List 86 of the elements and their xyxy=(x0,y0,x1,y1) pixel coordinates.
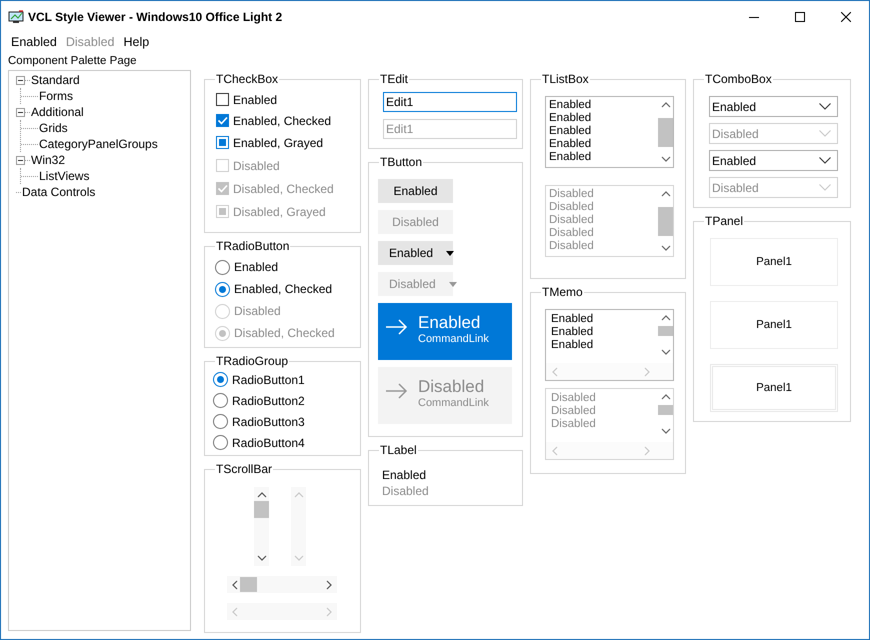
memo-line: Enabled xyxy=(551,326,594,339)
chevron-left-icon[interactable] xyxy=(231,580,239,590)
collapse-icon[interactable] xyxy=(16,156,25,164)
checkbox[interactable]: Enabled, Grayed xyxy=(216,131,360,154)
panel: Panel1 xyxy=(710,301,838,349)
chevron-up-icon[interactable] xyxy=(256,491,266,499)
checkmark-icon xyxy=(217,115,228,126)
tree-item[interactable]: Standard xyxy=(31,73,80,87)
combo-box[interactable]: Enabled xyxy=(709,150,838,171)
arrow-right-icon xyxy=(386,319,408,335)
memo-line: Enabled xyxy=(551,339,594,352)
tree-item[interactable]: Grids xyxy=(39,121,68,135)
text-field[interactable]: Edit1 xyxy=(383,92,517,112)
collapse-icon[interactable] xyxy=(16,76,25,84)
chevron-down-icon[interactable] xyxy=(660,348,670,356)
tree-item[interactable]: Win32 xyxy=(31,153,66,167)
group-title: TScrollBar xyxy=(215,462,274,476)
checkbox[interactable]: Enabled, Checked xyxy=(216,110,360,131)
group-title: TLabel xyxy=(379,443,418,457)
tree-item[interactable]: Additional xyxy=(31,105,84,119)
list-item[interactable]: Enabled xyxy=(549,99,658,112)
menu-item[interactable]: Enabled xyxy=(5,35,60,49)
label-text: Disabled xyxy=(382,483,430,499)
close-icon xyxy=(841,12,851,22)
chevron-up-icon[interactable] xyxy=(660,314,670,322)
group-title: TRadioGroup xyxy=(215,354,290,368)
maximize-icon xyxy=(795,12,805,22)
panel: Panel1 xyxy=(710,364,838,412)
arrow-right-icon xyxy=(386,383,408,399)
command-link-button[interactable]: Enabled CommandLink xyxy=(378,303,512,360)
group-title: TEdit xyxy=(379,72,410,86)
chevron-down-icon xyxy=(819,157,831,164)
radio-button[interactable]: Enabled xyxy=(215,256,360,278)
group-title: TComboBox xyxy=(704,72,773,86)
list-item[interactable]: Enabled xyxy=(549,125,658,138)
memo-line: Disabled xyxy=(551,418,597,431)
scrollbar-thumb[interactable] xyxy=(658,326,673,336)
group-title: TButton xyxy=(379,155,424,169)
group-title: TMemo xyxy=(541,285,584,299)
chevron-down-icon xyxy=(819,184,831,191)
panel: Panel1 xyxy=(710,238,838,286)
memo-line: Disabled xyxy=(551,405,597,418)
tree-item[interactable]: Data Controls xyxy=(22,185,96,199)
tree-item[interactable]: ListViews xyxy=(39,169,90,183)
label-text: Enabled xyxy=(382,467,428,483)
horizontal-scrollbar[interactable] xyxy=(227,576,337,593)
list-item[interactable]: Enabled xyxy=(549,151,658,164)
window-title: VCL Style Viewer - Windows10 Office Light 2 xyxy=(28,10,284,24)
checkbox[interactable]: Enabled xyxy=(216,89,360,110)
list-item[interactable]: Enabled xyxy=(549,112,658,125)
list-box[interactable]: Enabled Enabled Enabled Enabled Enabled xyxy=(545,96,674,168)
chevron-right-icon[interactable] xyxy=(325,580,333,590)
radio-button[interactable]: RadioButton4 xyxy=(213,432,360,453)
radio-button[interactable]: RadioButton2 xyxy=(213,390,360,411)
radio-button[interactable]: RadioButton1 xyxy=(213,369,360,390)
collapse-icon[interactable] xyxy=(16,108,25,116)
list-item[interactable]: Enabled xyxy=(549,138,658,151)
group-title: TListBox xyxy=(541,72,590,86)
combo-box[interactable]: Enabled xyxy=(709,96,838,117)
chevron-down-icon xyxy=(819,130,831,137)
group-title: TRadioButton xyxy=(215,239,290,253)
scrollbar-thumb[interactable] xyxy=(254,501,269,518)
scrollbar-thumb[interactable] xyxy=(658,118,673,146)
radio-button[interactable]: RadioButton3 xyxy=(213,411,360,432)
menu-item[interactable]: Help xyxy=(118,35,152,49)
memo-box[interactable]: Enabled Enabled Enabled xyxy=(545,309,674,381)
chevron-down-icon[interactable] xyxy=(660,155,670,163)
push-button[interactable]: Enabled xyxy=(378,179,453,203)
checkmark-icon xyxy=(217,183,228,194)
scrollbar-thumb[interactable] xyxy=(240,577,257,592)
tree-item[interactable]: CategoryPanelGroups xyxy=(39,137,158,151)
memo-line: Enabled xyxy=(551,313,594,326)
group-title: TPanel xyxy=(704,214,744,228)
caret-icon xyxy=(448,282,457,286)
chevron-down-icon xyxy=(819,103,831,110)
vertical-scrollbar[interactable] xyxy=(254,487,269,566)
chevron-up-icon[interactable] xyxy=(660,101,670,109)
app-monitor-icon xyxy=(8,10,24,24)
memo-line: Disabled xyxy=(551,392,597,405)
caret-icon xyxy=(446,250,454,256)
radio-button[interactable]: Enabled, Checked xyxy=(215,278,360,300)
group-title: TCheckBox xyxy=(215,72,280,86)
chevron-down-icon[interactable] xyxy=(256,554,266,562)
tree-item[interactable]: Forms xyxy=(39,89,73,103)
split-button[interactable]: Enabled xyxy=(378,241,453,265)
palette-label: Component Palette Page xyxy=(8,54,138,69)
